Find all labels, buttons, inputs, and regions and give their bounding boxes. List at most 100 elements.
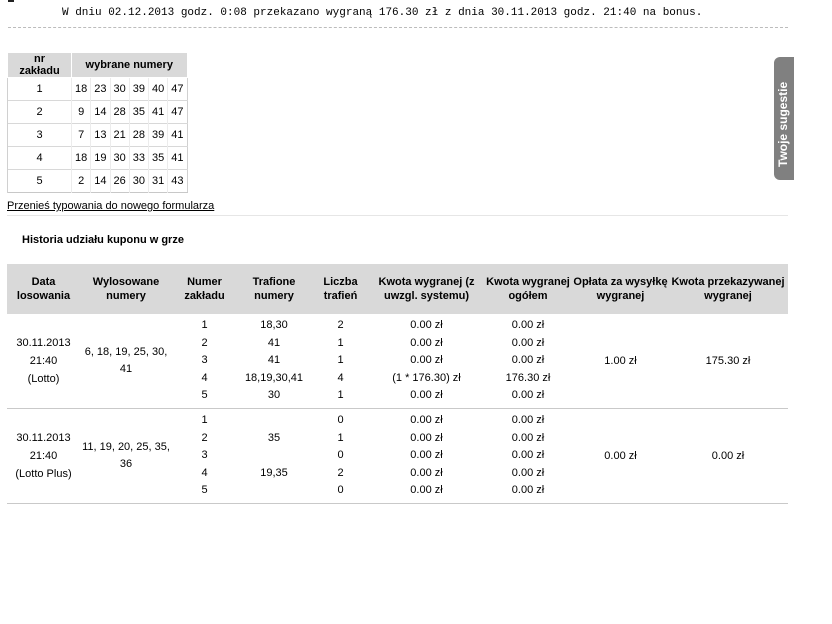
transfer-bets-link[interactable]: Przenieś typowania do nowego formularza: [7, 200, 214, 212]
bet-row: 1 18 23 30 39 40 47: [7, 77, 187, 101]
bonus-transfer-notice: W dniu 02.12.2013 godz. 0:08 przekazano …: [8, 0, 788, 28]
selected-number: 19: [90, 146, 110, 170]
bet-number: 3: [201, 449, 208, 462]
shipping-fee: 0.00 zł: [604, 449, 637, 462]
win-amount: 0.00 zł: [410, 389, 443, 402]
bet-number: 1: [201, 319, 208, 331]
draw-game: (Lotto): [27, 373, 60, 385]
selected-numbers-table: nr zakładu wybrane numery 1 18 23 30 39 40 47 2…: [7, 52, 188, 193]
notice-text: W dniu 02.12.2013 godz. 0:08 przekazano …: [62, 7, 703, 19]
selected-number: 33: [128, 146, 149, 170]
selected-number: 35: [128, 100, 149, 124]
header-drawn-numbers: Wylosowane numery: [92, 276, 160, 302]
suggestions-tab[interactable]: Twoje sugestie: [774, 57, 794, 180]
selected-number: 30: [109, 77, 130, 101]
bets-table-header: nr zakładu wybrane numery: [7, 52, 188, 78]
win-amount: 0.00 zł: [410, 484, 443, 497]
bet-number: 5: [201, 484, 208, 497]
win-amount: (1 * 176.30) zł: [392, 371, 461, 384]
hit-numbers: [237, 482, 311, 500]
win-amount: 0.00 zł: [410, 449, 443, 462]
win-amount: 0.00 zł: [410, 354, 443, 367]
selected-number: 7: [70, 123, 91, 147]
hit-numbers: 41: [267, 336, 281, 349]
draw-history-row: 30.11.2013 21:40 (Lotto Plus) 11, 19, 20, 2…: [7, 409, 788, 504]
bet-row: 5 2 14 26 30 31 43: [7, 169, 187, 193]
draw-date: 30.11.2013: [16, 432, 71, 444]
selected-number: 35: [147, 146, 168, 170]
bet-row: 2 9 14 28 35 41 47: [7, 100, 187, 124]
win-total: 0.00 zł: [511, 414, 545, 426]
selected-number: 14: [90, 100, 110, 124]
selected-number: 23: [90, 77, 110, 101]
hit-numbers: [237, 412, 311, 430]
hit-numbers: 35: [267, 431, 281, 444]
transferred-amount: 175.30 zł: [705, 354, 751, 367]
bet-number: 2: [201, 431, 208, 444]
bet-number: 5: [201, 389, 208, 402]
header-bet-number: Numer zakładu: [184, 276, 225, 302]
win-total: 0.00 zł: [511, 449, 545, 462]
win-amount: 0.00 zł: [410, 336, 443, 349]
hit-count: 1: [337, 336, 344, 349]
hit-count: 0: [337, 484, 344, 497]
win-amount: 0.00 zł: [410, 431, 443, 444]
bet-number: 2: [201, 336, 208, 349]
selected-number: 41: [147, 100, 168, 124]
hit-count: 2: [337, 466, 344, 479]
selected-number: 14: [90, 169, 110, 193]
hit-count: 0: [337, 414, 344, 426]
win-total: 0.00 zł: [511, 336, 545, 349]
header-win-amount: Kwota wygranej (z uwzgl. systemu): [378, 276, 475, 302]
win-total: 0.00 zł: [511, 484, 545, 497]
bet-row: 4 18 19 30 33 35 41: [7, 146, 187, 170]
selected-number: 28: [128, 123, 149, 147]
bet-number: 4: [7, 146, 72, 170]
bets-table-body: 1 18 23 30 39 40 47 2 9 14 28 35 41 47 3 7 13 21 28 39 41 4 18…: [7, 77, 187, 193]
hit-numbers: 18,30: [260, 319, 288, 331]
selected-number: 18: [70, 146, 91, 170]
selected-number: 40: [147, 77, 168, 101]
selected-number: 26: [109, 169, 130, 193]
draw-time: 21:40: [29, 355, 58, 367]
win-amount: 0.00 zł: [410, 319, 443, 331]
selected-number: 41: [167, 123, 187, 147]
hit-numbers: [237, 447, 311, 465]
draw-date: 30.11.2013: [16, 337, 71, 349]
bet-number: 3: [201, 354, 208, 367]
win-amount: 0.00 zł: [410, 466, 443, 479]
transferred-amount: 0.00 zł: [711, 449, 745, 462]
bet-number: 1: [201, 414, 208, 426]
hit-numbers: 19,35: [260, 466, 288, 479]
bet-number: 1: [7, 77, 72, 101]
win-total: 176.30 zł: [505, 371, 551, 384]
win-total: 0.00 zł: [511, 389, 545, 402]
header-win-total: Kwota wygranej ogółem: [486, 276, 570, 302]
win-total: 0.00 zł: [511, 466, 545, 479]
win-total: 0.00 zł: [511, 354, 545, 367]
draw-history-row: 30.11.2013 21:40 (Lotto) 6, 18, 19, 25, 30,…: [7, 314, 788, 409]
shipping-fee: 1.00 zł: [604, 354, 637, 367]
hit-count: 1: [337, 389, 344, 402]
hit-count: 0: [337, 449, 344, 462]
selected-number: 43: [167, 169, 187, 193]
notice-divider: [8, 27, 788, 28]
hit-numbers: 30: [267, 389, 281, 402]
header-hit-count: Liczba trafień: [323, 276, 358, 302]
hit-count: 4: [337, 371, 344, 384]
bet-number: 2: [7, 100, 72, 124]
bet-number: 3: [7, 123, 72, 147]
drawn-numbers: 6, 18, 19, 25, 30, 41: [84, 346, 168, 375]
draw-date-cell: 30.11.2013 21:40 (Lotto Plus): [7, 409, 80, 503]
hit-numbers: 41: [267, 354, 281, 367]
selected-number: 30: [128, 169, 149, 193]
history-table-body: 30.11.2013 21:40 (Lotto) 6, 18, 19, 25, 30,…: [7, 314, 788, 504]
header-transferred-amount: Kwota przekazywanej wygranej: [671, 276, 785, 302]
selected-number: 2: [70, 169, 91, 193]
hit-count: 2: [337, 319, 344, 331]
selected-number: 39: [147, 123, 168, 147]
draw-game: (Lotto Plus): [15, 468, 72, 480]
section-divider: [7, 215, 788, 216]
selected-number: 41: [167, 146, 187, 170]
header-draw-date: Data losowania: [16, 276, 71, 302]
